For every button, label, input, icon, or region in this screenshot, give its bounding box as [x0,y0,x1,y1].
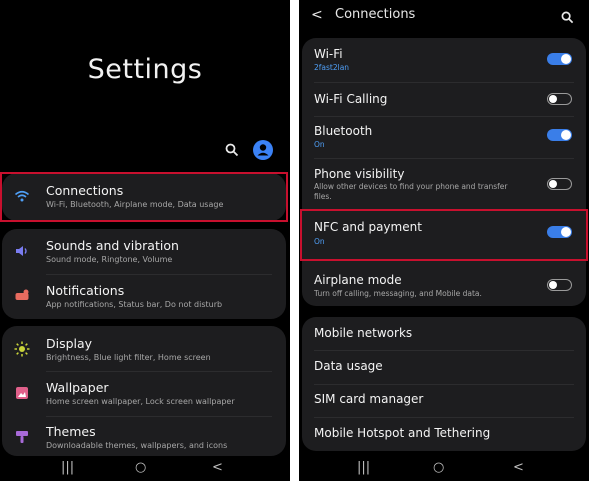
phone-visibility-toggle[interactable] [547,178,572,190]
settings-item-label: Mobile Hotspot and Tethering [314,426,491,440]
navigation-bar: ||| ○ < [0,455,290,481]
back-button[interactable]: < [513,460,524,475]
settings-item-label: Wi-Fi [314,47,343,61]
settings-item-mobile-hotspot[interactable]: Mobile Hotspot and Tethering [302,417,586,451]
page-title: Connections [335,7,416,22]
search-icon[interactable] [225,142,239,161]
settings-item-display[interactable]: Display Brightness, Blue light filter, H… [2,326,286,371]
settings-item-label: Wi-Fi Calling [314,92,388,106]
search-icon[interactable] [561,9,574,28]
settings-item-sim-card-manager[interactable]: SIM card manager [302,384,586,417]
settings-item-sounds[interactable]: Sounds and vibration Sound mode, Rington… [2,229,286,274]
settings-item-mobile-networks[interactable]: Mobile networks [302,317,586,350]
recents-button[interactable]: ||| [357,460,370,475]
settings-item-airplane-mode[interactable]: Airplane mode Turn off calling, messagin… [302,260,586,306]
settings-item-themes[interactable]: Themes Downloadable themes, wallpapers, … [2,416,286,456]
settings-item-notifications[interactable]: Notifications App notifications, Status … [2,274,286,319]
home-button[interactable]: ○ [433,460,444,475]
brightness-icon [14,341,30,357]
app-bar: < Connections [299,0,589,30]
settings-item-subtitle: Sound mode, Ringtone, Volume [46,255,173,264]
highlight-box [300,209,588,261]
settings-item-bluetooth[interactable]: Bluetooth On [302,116,586,158]
more-connections-card: Mobile networks Data usage SIM card mana… [302,317,586,451]
wifi-toggle[interactable] [547,53,572,65]
settings-item-wallpaper[interactable]: Wallpaper Home screen wallpaper, Lock sc… [2,371,286,416]
settings-item-label: Notifications [46,283,125,298]
recents-button[interactable]: ||| [61,460,74,475]
bluetooth-toggle[interactable] [547,129,572,141]
settings-item-label: Phone visibility [314,167,405,181]
settings-item-subtitle: App notifications, Status bar, Do not di… [46,300,223,309]
home-button[interactable]: ○ [135,460,146,475]
settings-item-subtitle: Brightness, Blue light filter, Home scre… [46,353,211,362]
settings-item-label: Sounds and vibration [46,238,179,253]
themes-icon [14,429,30,445]
account-icon[interactable] [253,140,273,160]
navigation-bar: ||| ○ < [299,455,589,481]
wallpaper-icon [14,385,30,401]
connections-screen: < Connections Wi-Fi 2fast2lan Wi-Fi Call… [299,0,589,481]
airplane-mode-toggle[interactable] [547,279,572,291]
display-card: Display Brightness, Blue light filter, H… [2,326,286,456]
settings-item-label: Data usage [314,359,383,373]
settings-item-subtitle: On [314,140,325,149]
settings-item-label: Display [46,336,93,351]
back-button[interactable]: < [212,460,223,475]
settings-item-subtitle: Allow other devices to find your phone a… [314,182,508,201]
connections-card: Wi-Fi 2fast2lan Wi-Fi Calling Bluetooth … [302,38,586,306]
settings-item-label: Airplane mode [314,273,402,287]
settings-item-wifi[interactable]: Wi-Fi 2fast2lan [302,38,586,82]
settings-item-label: SIM card manager [314,392,424,406]
settings-item-subtitle: 2fast2lan [314,63,350,72]
speaker-icon [14,243,30,259]
settings-item-subtitle: Turn off calling, messaging, and Mobile … [314,289,482,298]
settings-item-subtitle: Home screen wallpaper, Lock screen wallp… [46,397,235,406]
settings-item-data-usage[interactable]: Data usage [302,350,586,384]
page-title: Settings [87,54,203,85]
back-arrow-icon[interactable]: < [311,7,323,23]
settings-item-phone-visibility[interactable]: Phone visibility Allow other devices to … [302,158,586,210]
sounds-notifications-card: Sounds and vibration Sound mode, Rington… [2,229,286,319]
notification-icon [14,288,30,304]
settings-item-label: Mobile networks [314,326,413,340]
wifi-calling-toggle[interactable] [547,93,572,105]
highlight-box [0,172,288,222]
settings-screen: Settings Connections Wi-Fi, Bluetooth, A… [0,0,290,481]
settings-item-label: Bluetooth [314,124,373,138]
settings-item-wifi-calling[interactable]: Wi-Fi Calling [302,82,586,116]
settings-item-label: Themes [46,424,96,439]
settings-item-label: Wallpaper [46,380,109,395]
settings-item-subtitle: Downloadable themes, wallpapers, and ico… [46,441,228,450]
panel-divider [290,0,299,481]
